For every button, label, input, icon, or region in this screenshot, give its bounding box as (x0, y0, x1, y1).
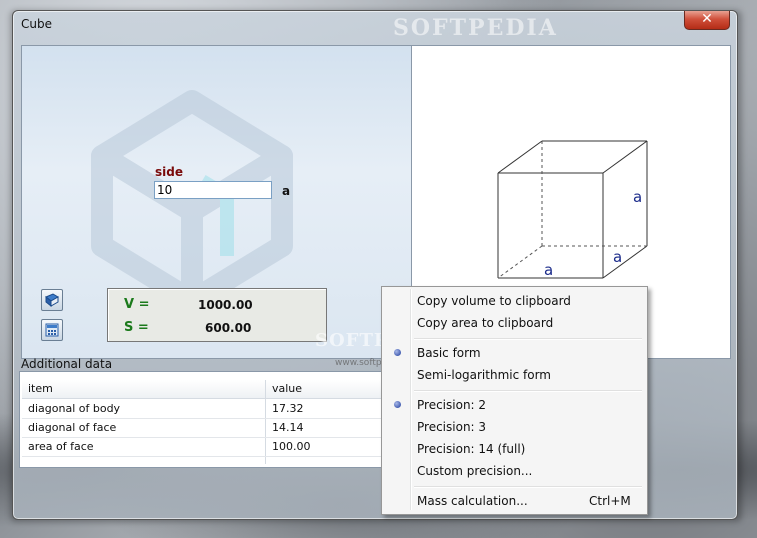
close-button[interactable]: ✕ (684, 11, 730, 30)
cube-edge (602, 245, 648, 279)
additional-data-grid: item value diagonal of body 17.32 diagon… (19, 371, 391, 468)
cell-value: 100.00 (272, 440, 311, 453)
menu-separator (414, 486, 642, 488)
menu-item-label: Mass calculation... (417, 494, 528, 508)
results-box: V = 1000.00 S = 600.00 (107, 288, 327, 342)
menu-item-label: Semi-logarithmic form (417, 368, 551, 382)
side-label: side (155, 165, 183, 179)
edge-label-depth: a (613, 248, 622, 266)
column-header-value[interactable]: value (272, 382, 302, 395)
menu-item-precision-2[interactable]: Precision: 2 (384, 395, 643, 415)
cell-item: area of face (28, 440, 94, 453)
menu-item-label: Copy volume to clipboard (417, 294, 571, 308)
table-row[interactable]: diagonal of body 17.32 (22, 400, 382, 419)
menu-item-basic-form[interactable]: Basic form (384, 343, 643, 363)
menu-item-label: Precision: 14 (full) (417, 442, 526, 456)
area-value: 600.00 (205, 321, 252, 335)
menu-item-label: Precision: 3 (417, 420, 487, 434)
area-label: S = (124, 320, 149, 335)
additional-data-label: Additional data (21, 357, 113, 371)
menu-item-label: Precision: 2 (417, 398, 487, 412)
side-input[interactable] (154, 181, 272, 199)
side-unit-label: a (282, 184, 291, 198)
radio-checked-icon (394, 401, 401, 408)
input-panel: side a V = 1000.00 S = 600.00 (21, 45, 418, 359)
title-bar[interactable]: Cube SOFTPEDIA ✕ (13, 11, 737, 41)
cell-value: 17.32 (272, 402, 304, 415)
cube-hidden-edge (497, 245, 543, 279)
menu-item-label: Copy area to clipboard (417, 316, 554, 330)
softpedia-watermark-top: SOFTPEDIA (393, 15, 558, 41)
book-icon (45, 293, 59, 308)
cell-item: diagonal of body (28, 402, 121, 415)
cube-edge (497, 140, 543, 174)
cube-logo-background (91, 90, 293, 312)
context-menu: Copy volume to clipboard Copy area to cl… (381, 286, 648, 515)
table-row[interactable]: area of face 100.00 (22, 438, 382, 457)
volume-value: 1000.00 (198, 298, 253, 312)
calculator-button[interactable] (41, 319, 63, 341)
volume-label: V = (124, 297, 150, 312)
edge-label-height: a (633, 188, 642, 206)
menu-item-copy-volume[interactable]: Copy volume to clipboard (384, 291, 643, 311)
window-title: Cube (21, 17, 52, 31)
edge-label-width: a (544, 261, 553, 279)
menu-item-shortcut: Ctrl+M (589, 494, 631, 508)
column-header-item[interactable]: item (28, 382, 53, 395)
table-row[interactable]: diagonal of face 14.14 (22, 419, 382, 438)
menu-item-label: Custom precision... (417, 464, 533, 478)
help-book-button[interactable] (41, 289, 63, 311)
cell-value: 14.14 (272, 421, 304, 434)
menu-separator (414, 390, 642, 392)
menu-item-custom-precision[interactable]: Custom precision... (384, 461, 643, 481)
menu-separator (414, 338, 642, 340)
menu-item-label: Basic form (417, 346, 481, 360)
menu-item-precision-14[interactable]: Precision: 14 (full) (384, 439, 643, 459)
cell-item: diagonal of face (28, 421, 117, 434)
menu-item-semi-log-form[interactable]: Semi-logarithmic form (384, 365, 643, 385)
menu-item-copy-area[interactable]: Copy area to clipboard (384, 313, 643, 333)
calculator-icon (45, 323, 59, 337)
cube-edge (602, 140, 648, 174)
menu-item-precision-3[interactable]: Precision: 3 (384, 417, 643, 437)
menu-item-mass-calculation[interactable]: Mass calculation... Ctrl+M (384, 491, 643, 511)
grid-header: item value (22, 380, 382, 399)
radio-checked-icon (394, 349, 401, 356)
